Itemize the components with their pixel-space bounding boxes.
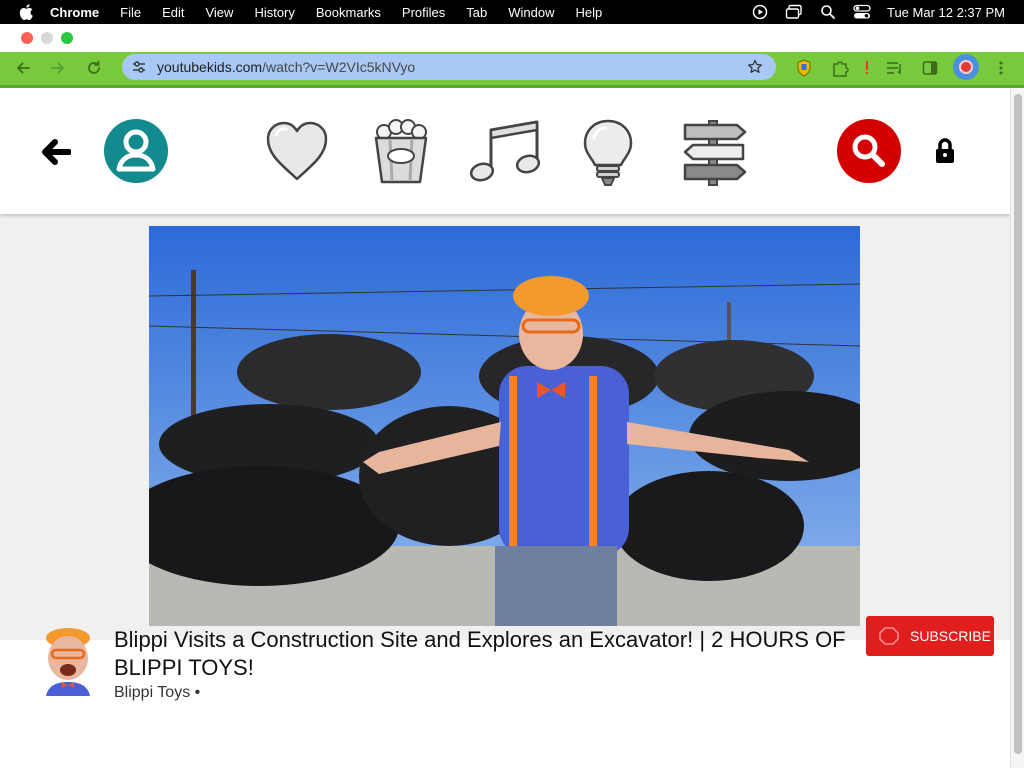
subscribe-icon bbox=[878, 625, 900, 647]
menu-edit[interactable]: Edit bbox=[162, 5, 184, 20]
play-circle-icon[interactable] bbox=[751, 3, 769, 21]
spotlight-search-icon[interactable] bbox=[819, 3, 837, 21]
menu-window[interactable]: Window bbox=[508, 5, 554, 20]
menu-bookmarks[interactable]: Bookmarks bbox=[316, 5, 381, 20]
subscribe-button[interactable]: SUBSCRIBE bbox=[866, 616, 994, 656]
bookmark-star-icon[interactable] bbox=[746, 58, 764, 76]
minimize-window-button[interactable] bbox=[41, 32, 53, 44]
scrollbar-thumb[interactable] bbox=[1014, 94, 1022, 754]
kids-header bbox=[0, 88, 1010, 214]
menu-view[interactable]: View bbox=[205, 5, 233, 20]
url-text[interactable]: youtubekids.com/watch?v=W2VIc5kNVyo bbox=[157, 59, 415, 75]
extension-puzzle-icon[interactable] bbox=[830, 58, 850, 78]
video-player[interactable] bbox=[149, 226, 860, 626]
apple-logo-icon[interactable] bbox=[18, 4, 34, 20]
site-info-icon[interactable] bbox=[129, 57, 149, 77]
signpost-icon[interactable] bbox=[680, 118, 750, 188]
profile-icon[interactable] bbox=[104, 119, 168, 183]
menu-tab[interactable]: Tab bbox=[466, 5, 487, 20]
profile-avatar-icon[interactable] bbox=[953, 54, 979, 80]
control-center-icon[interactable] bbox=[853, 3, 871, 21]
side-panel-icon[interactable] bbox=[920, 58, 940, 78]
menu-app-chrome[interactable]: Chrome bbox=[50, 5, 99, 20]
menu-bar: Chrome File Edit View History Bookmarks … bbox=[0, 0, 1024, 24]
lock-icon[interactable] bbox=[930, 136, 960, 166]
kebab-menu-icon[interactable] bbox=[994, 58, 1008, 78]
lightbulb-icon[interactable] bbox=[578, 118, 638, 188]
back-arrow-icon[interactable] bbox=[36, 132, 76, 172]
music-note-icon[interactable] bbox=[466, 118, 544, 186]
extension-alert-icon[interactable] bbox=[857, 58, 877, 78]
close-window-button[interactable] bbox=[21, 32, 33, 44]
page-scrollbar[interactable] bbox=[1010, 88, 1024, 768]
fullscreen-window-button[interactable] bbox=[61, 32, 73, 44]
screen-mirror-icon[interactable] bbox=[785, 3, 803, 21]
forward-icon[interactable] bbox=[45, 56, 71, 80]
back-icon[interactable] bbox=[10, 56, 36, 80]
channel-avatar[interactable] bbox=[40, 624, 96, 696]
menu-help[interactable]: Help bbox=[576, 5, 603, 20]
window-titlebar bbox=[0, 24, 1024, 52]
menubar-clock[interactable]: Tue Mar 12 2:37 PM bbox=[887, 5, 1005, 20]
page-content: Blippi Visits a Construction Site and Ex… bbox=[0, 88, 1010, 768]
extension-shield-icon[interactable] bbox=[794, 58, 814, 78]
address-bar[interactable]: youtubekids.com/watch?v=W2VIc5kNVyo bbox=[122, 54, 776, 80]
url-path: /watch?v=W2VIc5kNVyo bbox=[262, 59, 416, 75]
popcorn-icon[interactable] bbox=[366, 118, 436, 186]
menu-profiles[interactable]: Profiles bbox=[402, 5, 445, 20]
video-title: Blippi Visits a Construction Site and Ex… bbox=[114, 627, 846, 680]
browser-toolbar: youtubekids.com/watch?v=W2VIc5kNVyo bbox=[0, 52, 1024, 88]
menu-file[interactable]: File bbox=[120, 5, 141, 20]
url-host: youtubekids.com bbox=[157, 59, 263, 75]
reload-icon[interactable] bbox=[81, 56, 107, 80]
channel-name[interactable]: Blippi Toys • bbox=[114, 684, 200, 702]
heart-icon[interactable] bbox=[262, 118, 332, 184]
video-info: Blippi Visits a Construction Site and Ex… bbox=[0, 616, 1010, 768]
search-icon[interactable] bbox=[837, 119, 901, 183]
video-frame bbox=[149, 226, 860, 626]
subscribe-label: SUBSCRIBE bbox=[910, 628, 991, 644]
menu-history[interactable]: History bbox=[254, 5, 294, 20]
reading-list-icon[interactable] bbox=[885, 58, 905, 78]
